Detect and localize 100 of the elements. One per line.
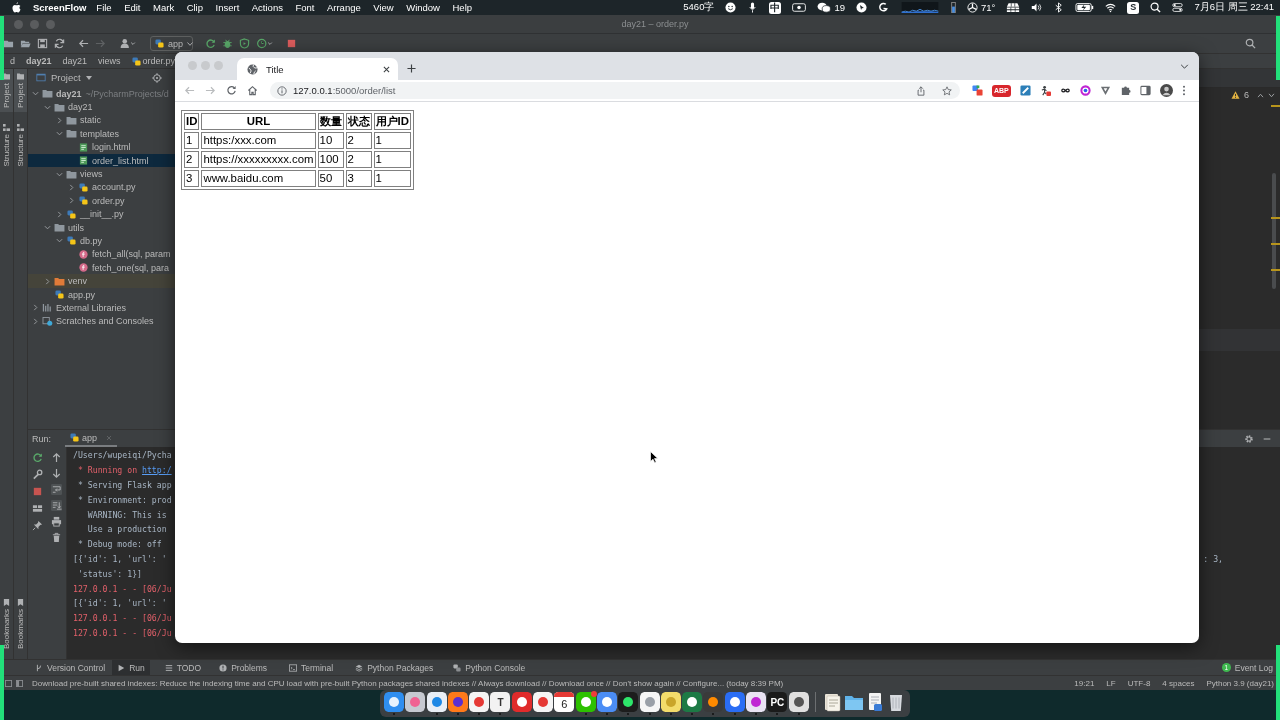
tree-item[interactable]: login.html [28, 140, 175, 154]
control-center-icon[interactable] [1172, 2, 1184, 13]
tree-item[interactable]: order.py [28, 194, 175, 208]
menu-item[interactable]: Clip [186, 2, 203, 13]
menu-item[interactable]: Mark [153, 2, 175, 13]
app-icon[interactable] [596, 692, 617, 712]
apple-icon[interactable] [12, 2, 21, 13]
browser-tab[interactable]: Title [237, 58, 398, 80]
wrench-icon[interactable] [32, 469, 43, 480]
tree-item[interactable]: static [28, 113, 175, 128]
battery-charging-icon[interactable] [1075, 3, 1095, 12]
stop-icon[interactable] [32, 486, 43, 497]
warning-icon[interactable] [1231, 91, 1240, 99]
puzzle-icon[interactable] [1119, 85, 1131, 96]
app-menu[interactable]: ScreenFlow [33, 2, 87, 13]
search-icon[interactable] [1150, 2, 1162, 13]
status-message[interactable]: Download pre-built shared indexes: Reduce the indexing time and CPU load with pre-built Python packages shared indexes // Always download // Download once // Don't show again // Configure... (today 8:39 PM) [32, 678, 784, 688]
tree-item[interactable]: day21 [28, 100, 175, 114]
tree-item[interactable]: venv [28, 274, 175, 288]
address-bar[interactable]: 127.0.0.1:5000/order/list [270, 82, 960, 99]
breadcrumb-item[interactable]: order.py [127, 56, 180, 66]
chevron-down-icon[interactable] [55, 170, 63, 178]
clock[interactable]: 7月6日 周三 22:41 [1194, 1, 1274, 14]
tool-window-tab[interactable]: Bookmarks [0, 595, 13, 659]
tree-item[interactable]: db.py [28, 234, 175, 248]
app-icon[interactable] [660, 692, 681, 712]
tool-window-button[interactable]: Python Packages [350, 660, 439, 675]
editor-scrollbar[interactable] [1272, 173, 1276, 289]
menu-item[interactable]: Arrange [326, 2, 361, 13]
breadcrumb-item[interactable]: views [94, 56, 125, 66]
side-panel-icon[interactable] [1139, 85, 1151, 96]
layout-icon[interactable] [32, 503, 43, 514]
app-icon[interactable] [618, 692, 639, 712]
app-icon[interactable] [788, 692, 809, 712]
tree-item[interactable]: day21 ~/PycharmProjects/d [28, 87, 175, 101]
tree-item[interactable]: External Libraries [28, 301, 175, 315]
word-count[interactable]: 5460字 [683, 1, 715, 14]
app-icon[interactable] [405, 692, 426, 712]
cursor-circle-icon[interactable] [856, 2, 867, 13]
tool-window-tab[interactable]: Project [14, 69, 27, 112]
status-item[interactable]: Python 3.9 (day21) [1206, 678, 1274, 688]
chat-bubbles-icon[interactable] [817, 2, 832, 13]
chevron-down-icon[interactable] [1268, 92, 1275, 98]
status-item[interactable]: 19:21 [1074, 678, 1095, 688]
square-stripe-icon[interactable] [1019, 85, 1031, 96]
tree-item[interactable]: Scratches and Consoles [28, 314, 175, 329]
video-camera-icon[interactable] [792, 2, 807, 13]
smiley-icon[interactable] [725, 2, 737, 13]
star-icon[interactable] [942, 85, 952, 96]
reload-icon[interactable] [226, 85, 237, 96]
app-icon[interactable] [724, 692, 745, 712]
share-icon[interactable] [916, 85, 926, 96]
tool-window-button[interactable]: Version Control [30, 660, 111, 675]
folder-icon[interactable] [3, 38, 14, 49]
app-icon[interactable] [703, 692, 724, 712]
tool-window-button[interactable]: Run [112, 660, 150, 675]
close-icon[interactable] [383, 65, 390, 73]
soft-wrap-icon[interactable] [51, 484, 62, 495]
app-icon[interactable]: T [490, 692, 511, 712]
tree-item[interactable]: fetch_all(sql, param [28, 247, 175, 262]
menu-item[interactable]: Insert [215, 2, 240, 13]
plus-icon[interactable] [407, 64, 416, 73]
cpu-graph-icon[interactable] [900, 2, 940, 13]
tool-window-button[interactable]: Python Console [448, 660, 531, 675]
caret-icon[interactable] [85, 75, 92, 80]
tree-item[interactable]: utils [28, 220, 175, 235]
crosshair-icon[interactable] [151, 72, 162, 83]
breadcrumb-item[interactable]: day21 [22, 56, 56, 66]
tree-item[interactable]: __init__.py [28, 207, 175, 221]
stop-icon[interactable] [286, 38, 297, 49]
menu-item[interactable]: Window [406, 2, 440, 13]
wifi-icon[interactable] [1105, 2, 1117, 13]
info-icon[interactable] [277, 85, 287, 96]
menu-item[interactable]: View [373, 2, 394, 13]
tree-item[interactable]: fetch_one(sql, para [28, 261, 175, 275]
app-icon[interactable] [682, 692, 703, 712]
open-folder-icon[interactable] [20, 38, 31, 49]
chevron-down-icon[interactable] [55, 130, 63, 138]
tree-item[interactable]: templates [28, 127, 175, 141]
avatar[interactable] [1159, 84, 1173, 97]
status-item[interactable]: 4 spaces [1162, 678, 1195, 688]
menu-item[interactable]: Edit [124, 2, 141, 13]
sync-icon[interactable] [54, 38, 65, 49]
menu-extra-button[interactable]: S [1127, 1, 1140, 14]
app-icon[interactable] [426, 692, 447, 712]
arrow-down-icon[interactable] [51, 468, 62, 479]
app-icon[interactable] [384, 692, 404, 712]
input-method-indicator[interactable]: 中 [769, 1, 782, 14]
person-caret-icon[interactable] [119, 38, 136, 49]
pin-icon[interactable] [32, 520, 43, 531]
chevron-down-icon[interactable] [1180, 64, 1189, 69]
app-icon[interactable] [533, 692, 554, 712]
tool-window-tab[interactable]: Project [0, 69, 13, 112]
tool-window-button[interactable]: Terminal [284, 660, 339, 675]
more-menu-icon[interactable] [1181, 85, 1186, 96]
save-icon[interactable] [37, 38, 48, 49]
menu-item[interactable]: Actions [251, 2, 283, 13]
tree-item[interactable]: app.py [28, 287, 175, 302]
back-arrow-icon[interactable] [78, 38, 89, 49]
app-icon[interactable] [511, 692, 532, 712]
